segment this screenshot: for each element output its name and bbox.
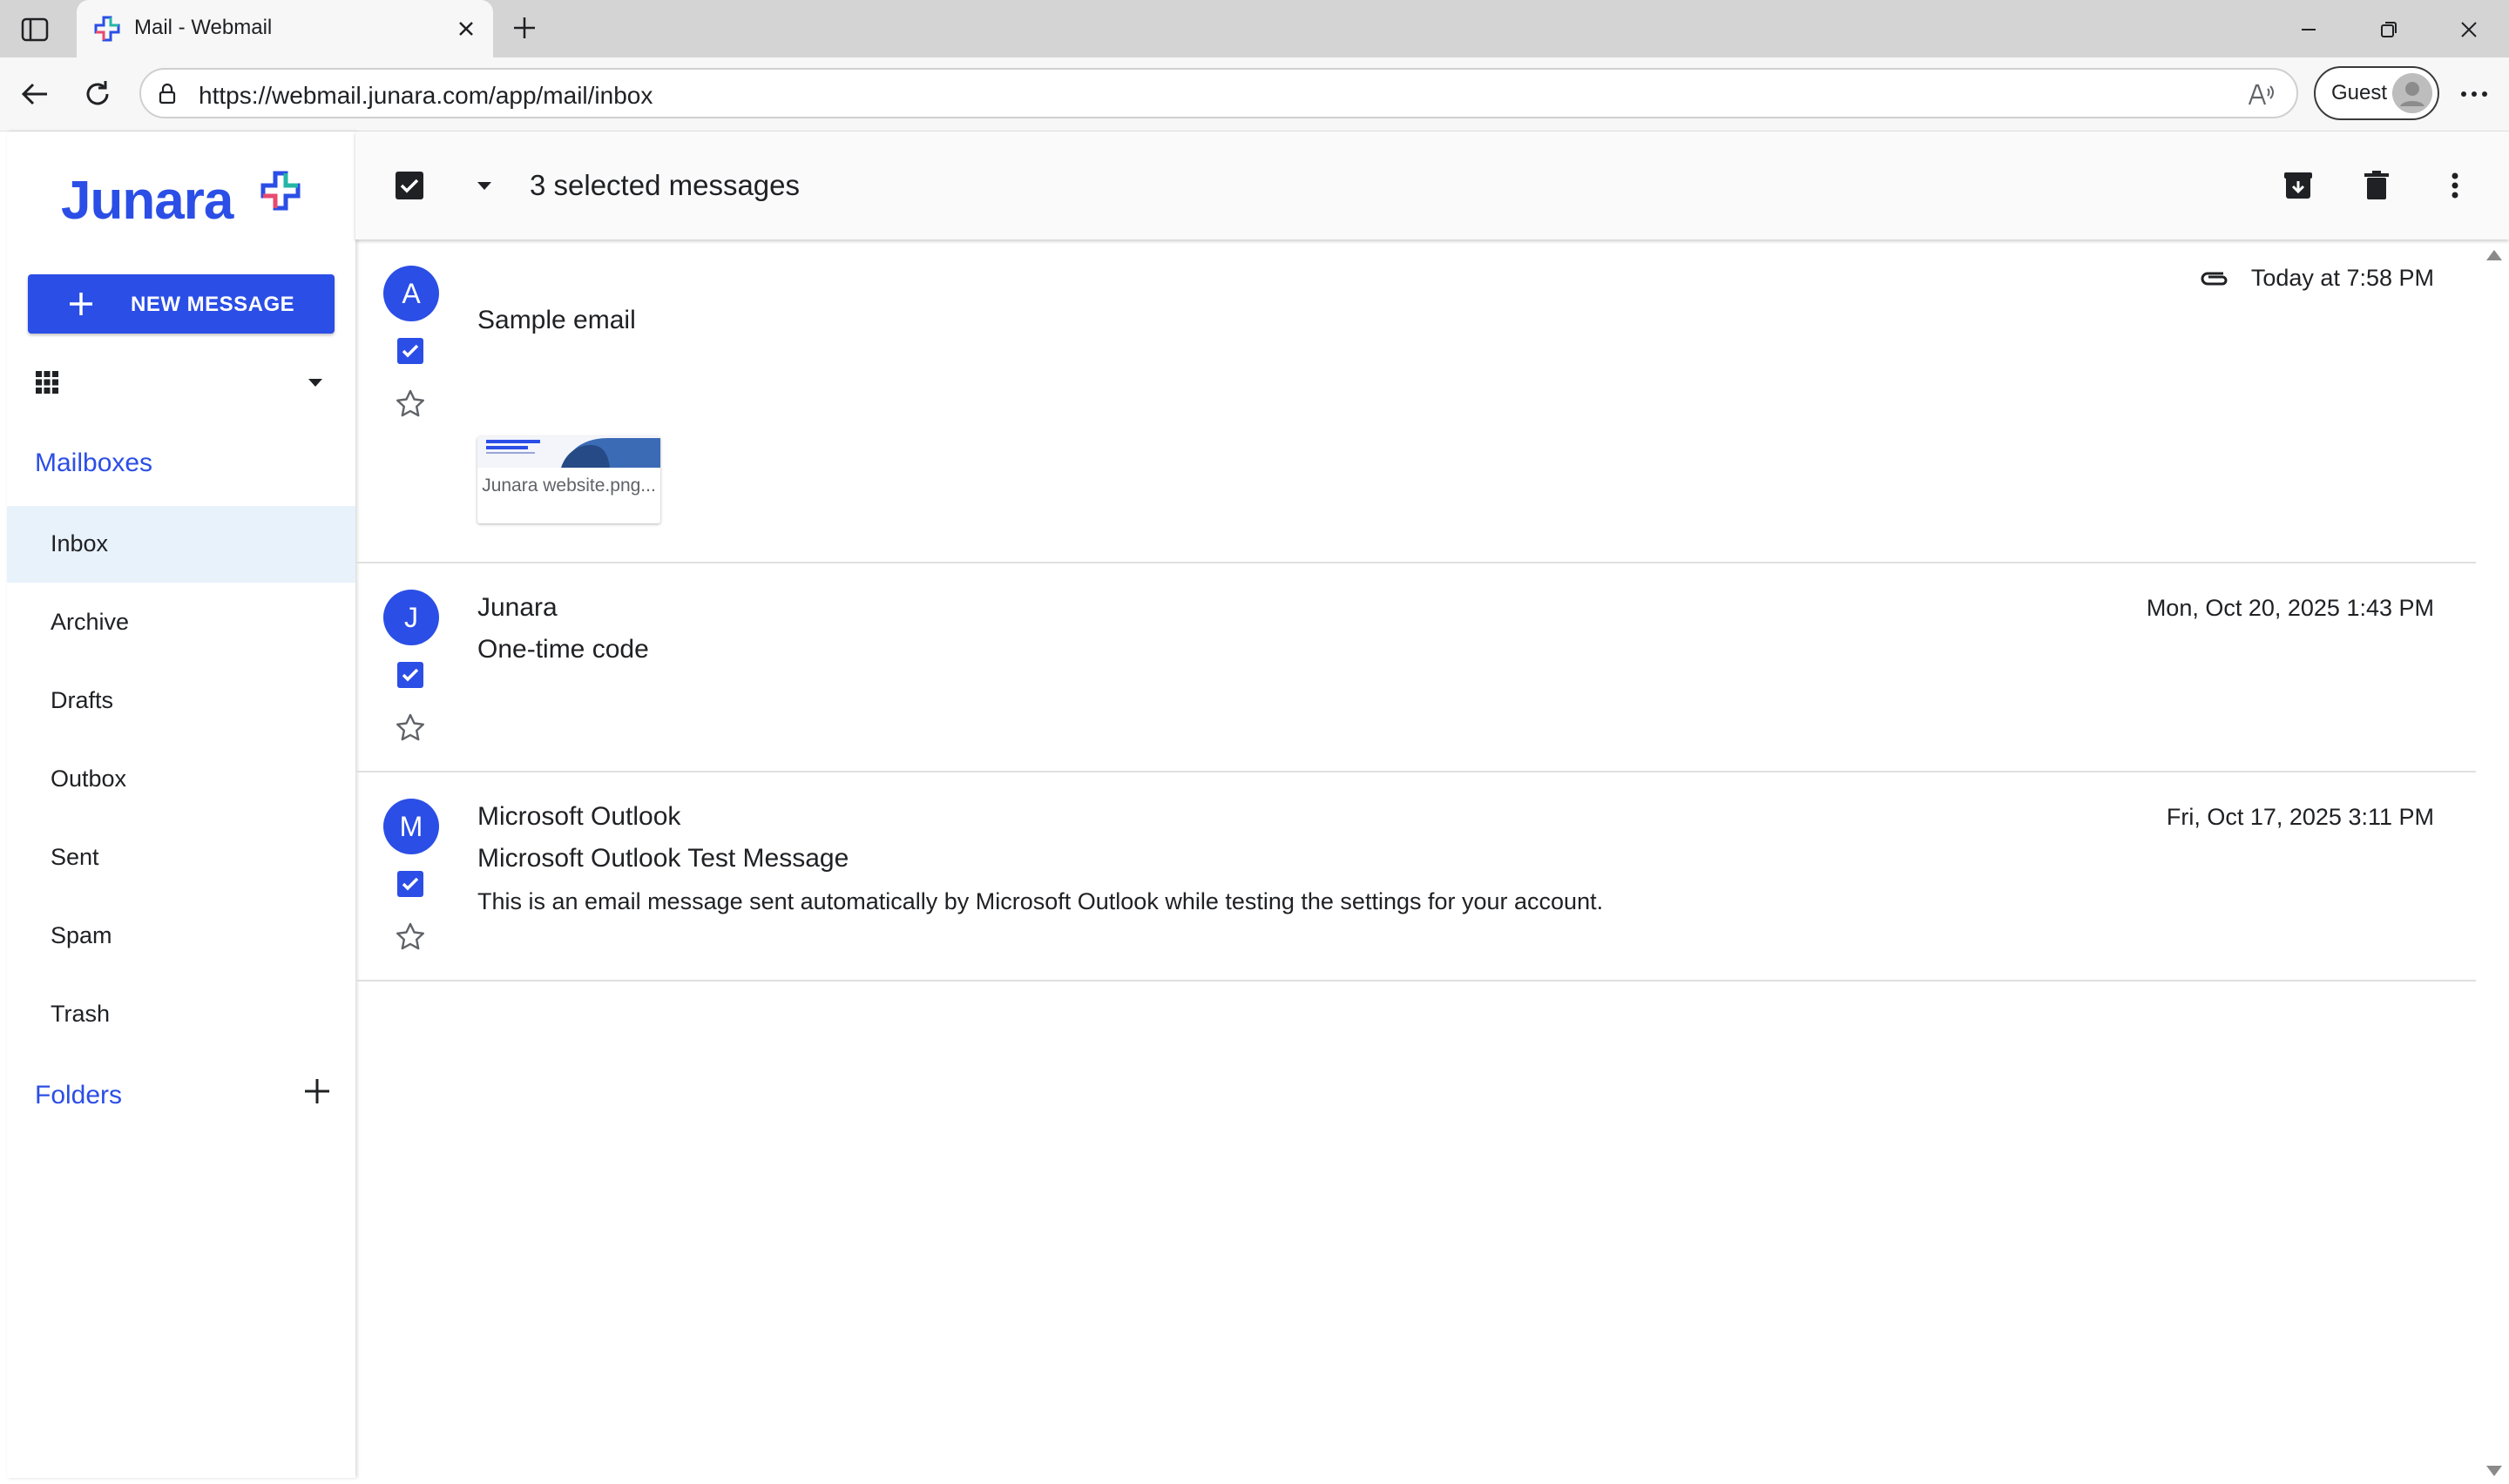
- message-row[interactable]: J Junara One-time code Mon, Oct 20, 2025…: [355, 563, 2476, 772]
- row-checkbox-icon[interactable]: [396, 869, 425, 899]
- new-tab-icon[interactable]: [507, 10, 542, 45]
- star-icon[interactable]: [394, 712, 427, 745]
- attachment-thumbnail[interactable]: Junara website.png...: [477, 436, 660, 523]
- message-preview: This is an email message sent automatica…: [477, 888, 1604, 914]
- message-subject: Sample email: [477, 306, 636, 334]
- browser-menu-icon[interactable]: [2455, 75, 2493, 113]
- sidebar: Junara NEW MESSAGE Mailboxes Inbox Archi…: [7, 132, 355, 1478]
- selection-title: 3 selected messages: [530, 169, 801, 201]
- mailboxes-title: Mailboxes: [35, 449, 153, 477]
- message-row[interactable]: A Sample email Today at 7:58 PM Junara w…: [355, 239, 2476, 563]
- mailbox-label: Inbox: [51, 530, 109, 556]
- profile-label: Guest: [2331, 81, 2388, 105]
- browser-tab[interactable]: Mail - Webmail: [77, 0, 493, 57]
- minimize-icon[interactable]: [2291, 12, 2326, 47]
- more-vert-icon[interactable]: [2438, 168, 2472, 203]
- tab-title: Mail - Webmail: [134, 16, 273, 39]
- mailbox-label: Sent: [51, 844, 99, 870]
- browser-address-bar: https://webmail.junara.com/app/mail/inbo…: [0, 57, 2509, 132]
- attachment-clip-icon: [2201, 272, 2228, 286]
- scroll-down-arrow-icon[interactable]: [2486, 1466, 2502, 1476]
- attachment-name: Junara website.png...: [482, 476, 656, 496]
- message-list: A Sample email Today at 7:58 PM Junara w…: [355, 239, 2476, 1476]
- url-bar[interactable]: https://webmail.junara.com/app/mail/inbo…: [139, 68, 2298, 118]
- selection-dropdown-icon[interactable]: [470, 172, 498, 199]
- message-list-scrollbar[interactable]: [2476, 239, 2509, 1476]
- mailbox-label: Outbox: [51, 766, 127, 792]
- read-aloud-icon[interactable]: [2244, 78, 2277, 111]
- sidebar-toggle-icon[interactable]: [19, 14, 51, 45]
- mailbox-item-archive[interactable]: Archive: [7, 584, 355, 661]
- message-date: Mon, Oct 20, 2025 1:43 PM: [2146, 595, 2434, 621]
- sender-avatar: M: [383, 799, 439, 854]
- apps-switcher[interactable]: [28, 356, 335, 408]
- attachment-preview-image-icon: [477, 436, 660, 468]
- mailbox-item-outbox[interactable]: Outbox: [7, 741, 355, 818]
- back-icon[interactable]: [16, 75, 54, 113]
- star-icon[interactable]: [394, 921, 427, 954]
- sender-avatar: A: [383, 266, 439, 321]
- junara-favicon-icon: [94, 16, 120, 42]
- profile-avatar-icon: [2392, 73, 2432, 113]
- plus-icon: [70, 293, 92, 315]
- message-sender: Microsoft Outlook: [477, 802, 681, 831]
- mailbox-item-spam[interactable]: Spam: [7, 898, 355, 975]
- mailbox-item-inbox[interactable]: Inbox: [7, 506, 355, 583]
- webmail-app: Junara NEW MESSAGE Mailboxes Inbox Archi…: [0, 132, 2509, 1484]
- tab-close-icon[interactable]: [451, 14, 481, 44]
- url-text[interactable]: https://webmail.junara.com/app/mail/inbo…: [199, 82, 653, 110]
- site-info-lock-icon[interactable]: [153, 80, 181, 108]
- trash-icon[interactable]: [2359, 168, 2394, 203]
- reload-icon[interactable]: [78, 75, 117, 113]
- apps-grid-icon: [36, 371, 58, 394]
- mailbox-label: Archive: [51, 609, 130, 635]
- chevron-down-icon[interactable]: [301, 368, 329, 396]
- sender-avatar: J: [383, 590, 439, 645]
- mailbox-label: Spam: [51, 922, 112, 948]
- scroll-up-arrow-icon[interactable]: [2486, 250, 2502, 260]
- message-subject: Microsoft Outlook Test Message: [477, 844, 849, 873]
- message-subject: One-time code: [477, 635, 649, 664]
- star-icon[interactable]: [394, 388, 427, 421]
- logo-text: Junara: [61, 171, 233, 231]
- archive-icon[interactable]: [2281, 168, 2316, 203]
- browser-tab-bar: Mail - Webmail: [0, 0, 2509, 57]
- mailbox-label: Drafts: [51, 687, 114, 713]
- folders-title: Folders: [35, 1081, 123, 1110]
- add-folder-icon[interactable]: [300, 1074, 335, 1109]
- mailbox-item-sent[interactable]: Sent: [7, 820, 355, 896]
- mailbox-item-drafts[interactable]: Drafts: [7, 663, 355, 739]
- selection-toolbar: 3 selected messages: [355, 132, 2509, 239]
- new-message-button[interactable]: NEW MESSAGE: [28, 274, 335, 334]
- mailbox-label: Trash: [51, 1001, 111, 1027]
- profile-button[interactable]: Guest: [2314, 66, 2439, 120]
- junara-logo-mark-icon: [260, 171, 301, 211]
- row-checkbox-icon[interactable]: [396, 336, 425, 366]
- message-date: Fri, Oct 17, 2025 3:11 PM: [2166, 804, 2434, 830]
- message-pane: 3 selected messages A Sample email Today…: [355, 132, 2509, 1484]
- row-checkbox-icon[interactable]: [396, 660, 425, 690]
- window-close-icon[interactable]: [2452, 12, 2486, 47]
- message-sender: Junara: [477, 593, 558, 622]
- mailbox-item-trash[interactable]: Trash: [7, 976, 355, 1053]
- restore-icon[interactable]: [2371, 12, 2406, 47]
- message-date: Today at 7:58 PM: [2250, 265, 2434, 291]
- new-message-label: NEW MESSAGE: [131, 293, 295, 316]
- select-all-checkbox-icon[interactable]: [394, 170, 425, 201]
- message-row[interactable]: M Microsoft Outlook Microsoft Outlook Te…: [355, 772, 2476, 981]
